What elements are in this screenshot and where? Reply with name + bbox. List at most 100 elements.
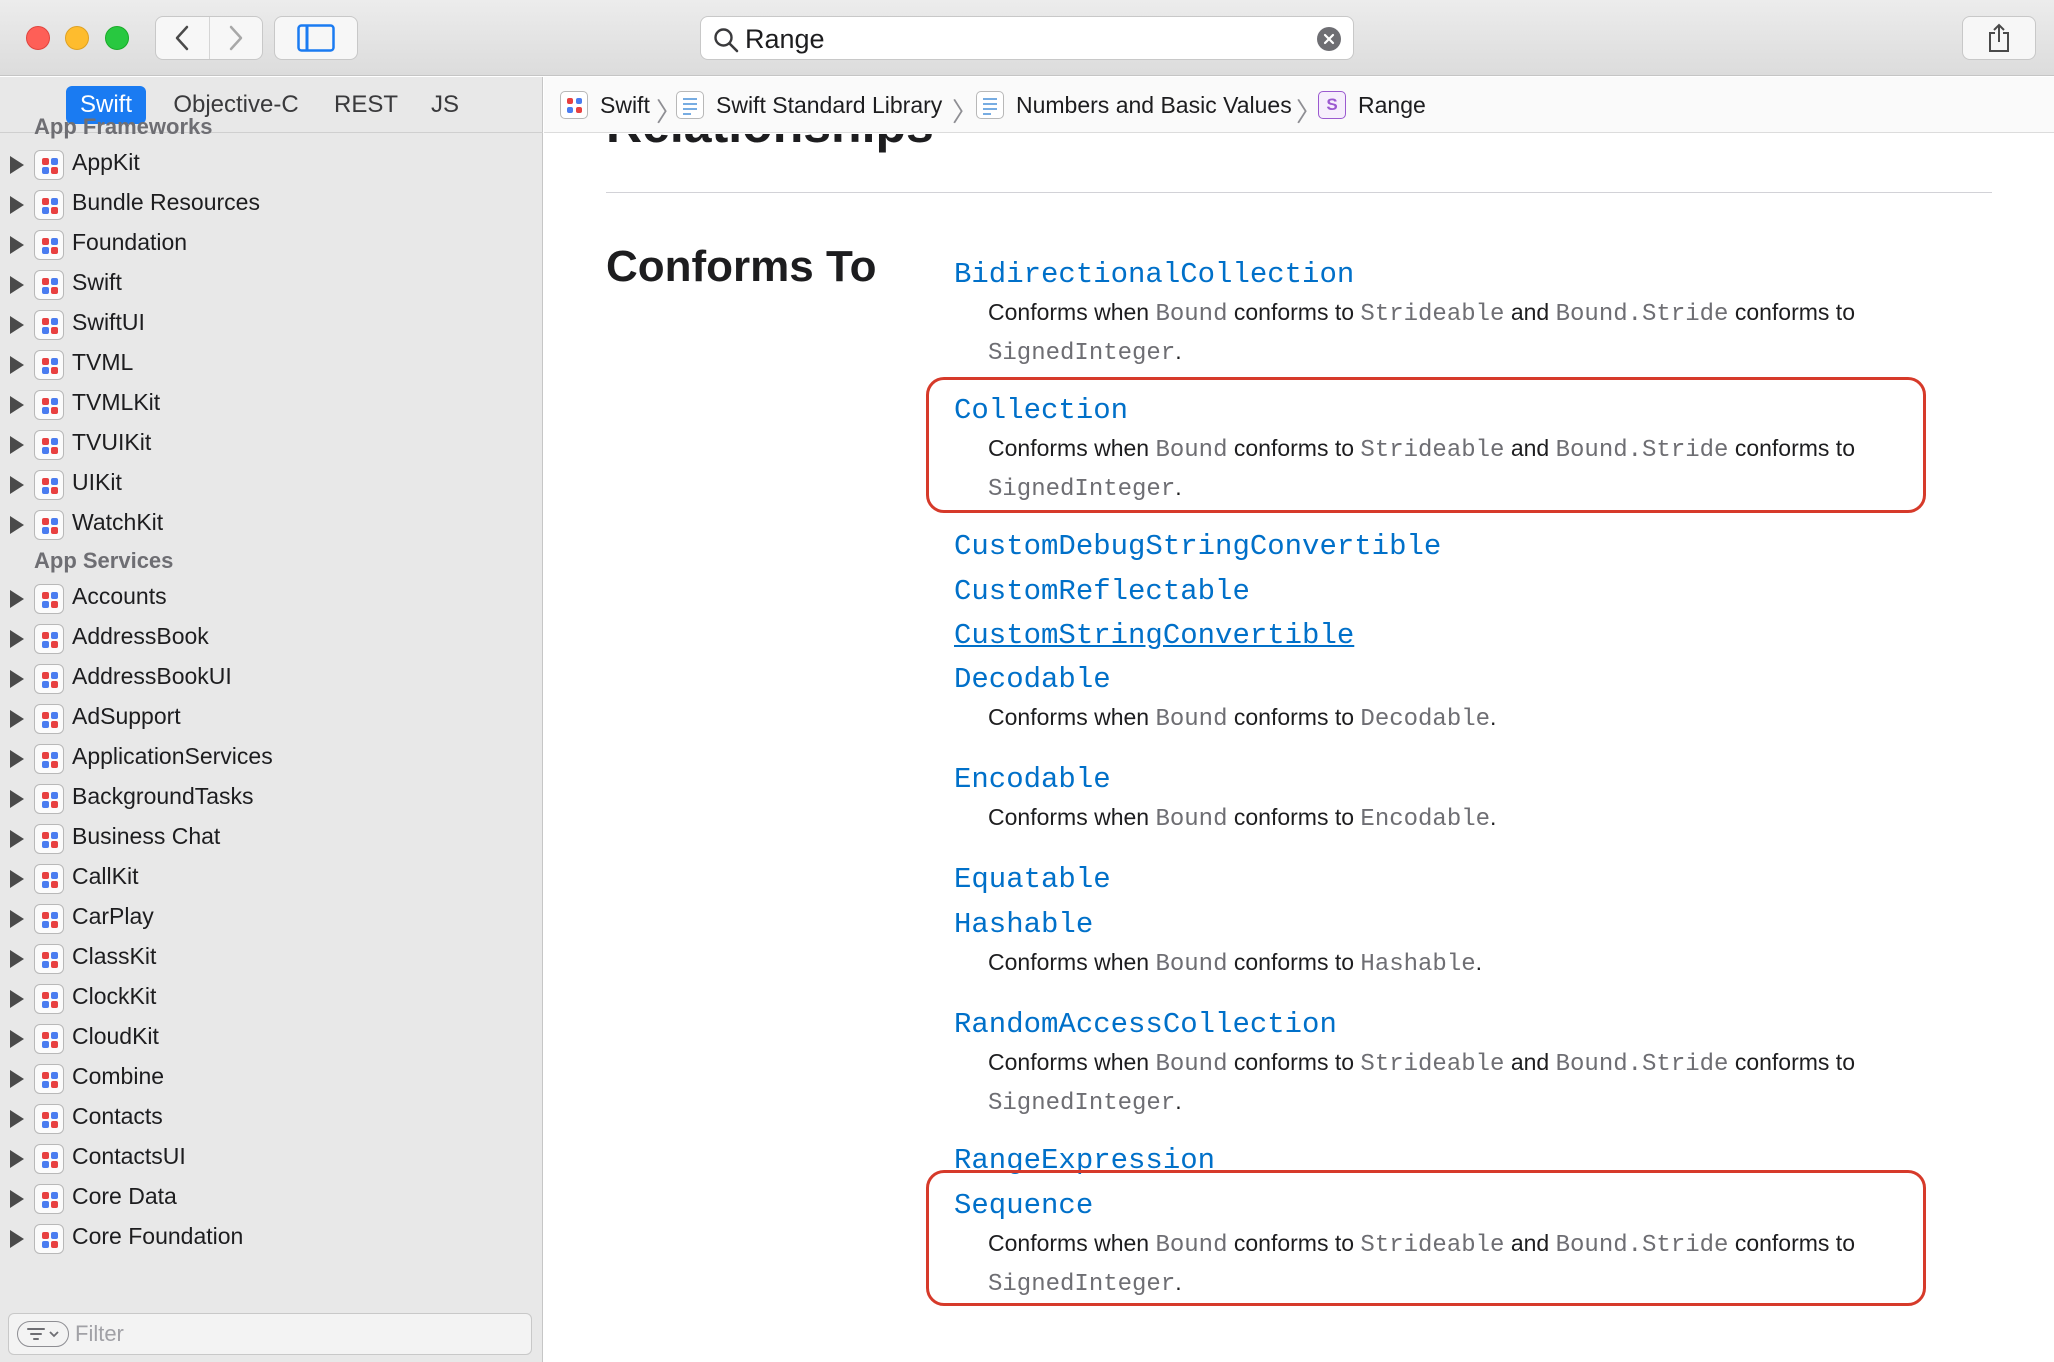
protocol-link-randomaccesscollection[interactable]: RandomAccessCollection — [954, 1008, 1337, 1041]
highlight-annotation — [926, 1170, 1926, 1306]
sidebar-item-accounts[interactable]: Accounts — [0, 578, 542, 618]
sidebar-item-clockkit[interactable]: ClockKit — [0, 978, 542, 1018]
disclosure-triangle-icon[interactable] — [10, 790, 24, 808]
sidebar-item-callkit[interactable]: CallKit — [0, 858, 542, 898]
filter-icon[interactable] — [17, 1321, 69, 1347]
sidebar-item-core-data[interactable]: Core Data — [0, 1178, 542, 1218]
disclosure-triangle-icon[interactable] — [10, 1070, 24, 1088]
sidebar-item-label: ClassKit — [72, 943, 157, 969]
disclosure-triangle-icon[interactable] — [10, 156, 24, 174]
disclosure-triangle-icon[interactable] — [10, 1150, 24, 1168]
sidebar-item-applicationservices[interactable]: ApplicationServices — [0, 738, 542, 778]
highlight-annotation — [926, 377, 1926, 513]
disclosure-triangle-icon[interactable] — [10, 830, 24, 848]
protocol-link-bidirectionalcollection[interactable]: BidirectionalCollection — [954, 258, 1354, 291]
disclosure-triangle-icon[interactable] — [10, 670, 24, 688]
filter-input[interactable] — [75, 1318, 515, 1350]
disclosure-triangle-icon[interactable] — [10, 990, 24, 1008]
search-input[interactable] — [745, 23, 1305, 55]
disclosure-triangle-icon[interactable] — [10, 590, 24, 608]
protocol-link-equatable[interactable]: Equatable — [954, 863, 1111, 896]
forward-button[interactable] — [208, 17, 263, 59]
navigation-buttons — [155, 16, 263, 60]
protocol-link-customstringconvertible[interactable]: CustomStringConvertible — [954, 619, 1354, 652]
sidebar-item-cloudkit[interactable]: CloudKit — [0, 1018, 542, 1058]
sidebar-item-uikit[interactable]: UIKit — [0, 464, 542, 504]
disclosure-triangle-icon[interactable] — [10, 516, 24, 534]
disclosure-triangle-icon[interactable] — [10, 1110, 24, 1128]
sidebar-item-classkit[interactable]: ClassKit — [0, 938, 542, 978]
disclosure-triangle-icon[interactable] — [10, 1030, 24, 1048]
disclosure-triangle-icon[interactable] — [10, 1230, 24, 1248]
disclosure-triangle-icon[interactable] — [10, 910, 24, 928]
desc-text: Conforms when — [988, 949, 1150, 975]
sidebar-item-appkit[interactable]: AppKit — [0, 144, 542, 184]
sidebar-item-label: Contacts — [72, 1103, 163, 1129]
section-header: App Frameworks — [34, 114, 213, 139]
zoom-window-button[interactable] — [105, 26, 129, 50]
sidebar-item-swift[interactable]: Swift — [0, 264, 542, 304]
sidebar-item-contacts[interactable]: Contacts — [0, 1098, 542, 1138]
framework-icon — [34, 664, 64, 694]
code-term: SignedInteger — [988, 340, 1176, 367]
sidebar-item-business-chat[interactable]: Business Chat — [0, 818, 542, 858]
disclosure-triangle-icon[interactable] — [10, 196, 24, 214]
protocol-link-hashable[interactable]: Hashable — [954, 908, 1093, 941]
protocol-link-encodable[interactable]: Encodable — [954, 763, 1111, 796]
share-button[interactable] — [1962, 16, 2036, 60]
sidebar-item-bundle-resources[interactable]: Bundle Resources — [0, 184, 542, 224]
sidebar-item-adsupport[interactable]: AdSupport — [0, 698, 542, 738]
disclosure-triangle-icon[interactable] — [10, 236, 24, 254]
sidebar-item-tvmlkit[interactable]: TVMLKit — [0, 384, 542, 424]
disclosure-triangle-icon[interactable] — [10, 356, 24, 374]
framework-icon — [34, 1104, 64, 1134]
framework-icon — [34, 350, 64, 380]
code-term: Strideable — [1360, 1051, 1505, 1078]
sidebar-item-label: TVML — [72, 349, 134, 375]
disclosure-triangle-icon[interactable] — [10, 870, 24, 888]
sidebar-item-addressbookui[interactable]: AddressBookUI — [0, 658, 542, 698]
framework-icon — [34, 624, 64, 654]
disclosure-triangle-icon[interactable] — [10, 950, 24, 968]
disclosure-triangle-icon[interactable] — [10, 316, 24, 334]
framework-icon — [34, 864, 64, 894]
sidebar-toggle-button[interactable] — [274, 16, 358, 60]
desc-text: . — [1490, 804, 1497, 830]
framework-icon — [34, 584, 64, 614]
desc-text: conforms to — [1734, 299, 1855, 325]
disclosure-triangle-icon[interactable] — [10, 476, 24, 494]
sidebar-item-label: ApplicationServices — [72, 743, 273, 769]
disclosure-triangle-icon[interactable] — [10, 750, 24, 768]
sidebar-item-carplay[interactable]: CarPlay — [0, 898, 542, 938]
sidebar-item-tvuikit[interactable]: TVUIKit — [0, 424, 542, 464]
sidebar-item-swiftui[interactable]: SwiftUI — [0, 304, 542, 344]
sidebar-item-watchkit[interactable]: WatchKit — [0, 504, 542, 544]
protocol-link-decodable[interactable]: Decodable — [954, 663, 1111, 696]
search-icon — [714, 28, 739, 53]
disclosure-triangle-icon[interactable] — [10, 436, 24, 454]
desc-text: conforms to — [1233, 804, 1355, 830]
minimize-window-button[interactable] — [65, 26, 89, 50]
sidebar-item-tvml[interactable]: TVML — [0, 344, 542, 384]
breadcrumb-label: Swift Standard Library — [716, 92, 943, 118]
disclosure-triangle-icon[interactable] — [10, 630, 24, 648]
back-button[interactable] — [156, 17, 209, 59]
breadcrumb-label: Swift — [600, 92, 650, 118]
protocol-link-customdebugstringconvertible[interactable]: CustomDebugStringConvertible — [954, 530, 1441, 563]
sidebar-item-contactsui[interactable]: ContactsUI — [0, 1138, 542, 1178]
disclosure-triangle-icon[interactable] — [10, 1190, 24, 1208]
protocol-link-customreflectable[interactable]: CustomReflectable — [954, 575, 1250, 608]
sidebar-item-addressbook[interactable]: AddressBook — [0, 618, 542, 658]
tab-rest[interactable]: REST — [328, 86, 404, 124]
sidebar-item-core-foundation[interactable]: Core Foundation — [0, 1218, 542, 1258]
disclosure-triangle-icon[interactable] — [10, 396, 24, 414]
sidebar-item-combine[interactable]: Combine — [0, 1058, 542, 1098]
disclosure-triangle-icon[interactable] — [10, 276, 24, 294]
sidebar-item-foundation[interactable]: Foundation — [0, 224, 542, 264]
clear-icon[interactable] — [1317, 27, 1341, 51]
tab-js[interactable]: JS — [422, 86, 468, 124]
close-window-button[interactable] — [26, 26, 50, 50]
desc-text: Conforms when — [988, 804, 1150, 830]
disclosure-triangle-icon[interactable] — [10, 710, 24, 728]
sidebar-item-backgroundtasks[interactable]: BackgroundTasks — [0, 778, 542, 818]
